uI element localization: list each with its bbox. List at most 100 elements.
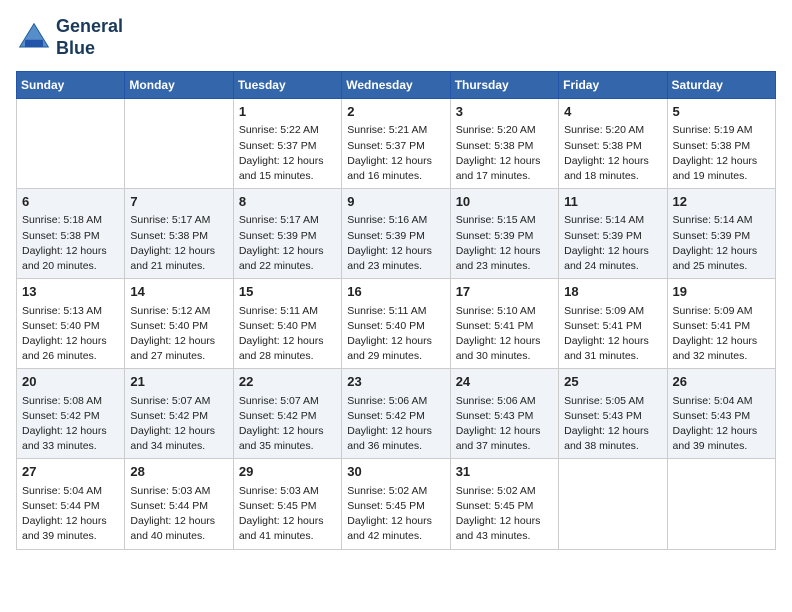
day-info: Sunrise: 5:17 AMSunset: 5:39 PMDaylight:…	[239, 213, 336, 274]
day-info: Sunrise: 5:20 AMSunset: 5:38 PMDaylight:…	[564, 123, 661, 184]
day-info: Sunrise: 5:04 AMSunset: 5:44 PMDaylight:…	[22, 484, 119, 545]
day-number: 10	[456, 193, 553, 211]
calendar-cell: 18 Sunrise: 5:09 AMSunset: 5:41 PMDayligh…	[559, 279, 667, 369]
weekday-header-monday: Monday	[125, 72, 233, 99]
day-number: 15	[239, 283, 336, 301]
calendar-cell	[17, 99, 125, 189]
calendar-week-row: 6 Sunrise: 5:18 AMSunset: 5:38 PMDaylight…	[17, 189, 776, 279]
weekday-header-thursday: Thursday	[450, 72, 558, 99]
day-number: 4	[564, 103, 661, 121]
day-number: 13	[22, 283, 119, 301]
day-number: 8	[239, 193, 336, 211]
weekday-header-sunday: Sunday	[17, 72, 125, 99]
calendar-cell	[125, 99, 233, 189]
day-number: 7	[130, 193, 227, 211]
day-number: 1	[239, 103, 336, 121]
calendar-week-row: 1 Sunrise: 5:22 AMSunset: 5:37 PMDaylight…	[17, 99, 776, 189]
day-info: Sunrise: 5:09 AMSunset: 5:41 PMDaylight:…	[673, 304, 770, 365]
calendar-cell: 5 Sunrise: 5:19 AMSunset: 5:38 PMDaylight…	[667, 99, 775, 189]
day-info: Sunrise: 5:21 AMSunset: 5:37 PMDaylight:…	[347, 123, 444, 184]
day-info: Sunrise: 5:18 AMSunset: 5:38 PMDaylight:…	[22, 213, 119, 274]
calendar-cell: 14 Sunrise: 5:12 AMSunset: 5:40 PMDayligh…	[125, 279, 233, 369]
day-info: Sunrise: 5:12 AMSunset: 5:40 PMDaylight:…	[130, 304, 227, 365]
page-header: General Blue	[16, 16, 776, 59]
calendar-cell: 1 Sunrise: 5:22 AMSunset: 5:37 PMDaylight…	[233, 99, 341, 189]
calendar-cell: 9 Sunrise: 5:16 AMSunset: 5:39 PMDaylight…	[342, 189, 450, 279]
day-number: 11	[564, 193, 661, 211]
day-info: Sunrise: 5:07 AMSunset: 5:42 PMDaylight:…	[239, 394, 336, 455]
calendar-cell: 4 Sunrise: 5:20 AMSunset: 5:38 PMDaylight…	[559, 99, 667, 189]
calendar-cell: 13Sunrise: 5:13 AMSunset: 5:40 PMDayligh…	[17, 279, 125, 369]
calendar-cell: 16 Sunrise: 5:11 AMSunset: 5:40 PMDayligh…	[342, 279, 450, 369]
day-info: Sunrise: 5:07 AMSunset: 5:42 PMDaylight:…	[130, 394, 227, 455]
day-number: 27	[22, 463, 119, 481]
calendar-cell: 29 Sunrise: 5:03 AMSunset: 5:45 PMDayligh…	[233, 459, 341, 549]
day-number: 22	[239, 373, 336, 391]
day-number: 6	[22, 193, 119, 211]
calendar-cell: 19 Sunrise: 5:09 AMSunset: 5:41 PMDayligh…	[667, 279, 775, 369]
day-number: 31	[456, 463, 553, 481]
day-number: 9	[347, 193, 444, 211]
day-info: Sunrise: 5:14 AMSunset: 5:39 PMDaylight:…	[673, 213, 770, 274]
calendar-cell: 26 Sunrise: 5:04 AMSunset: 5:43 PMDayligh…	[667, 369, 775, 459]
day-info: Sunrise: 5:20 AMSunset: 5:38 PMDaylight:…	[456, 123, 553, 184]
day-number: 12	[673, 193, 770, 211]
day-info: Sunrise: 5:03 AMSunset: 5:45 PMDaylight:…	[239, 484, 336, 545]
day-number: 19	[673, 283, 770, 301]
day-info: Sunrise: 5:17 AMSunset: 5:38 PMDaylight:…	[130, 213, 227, 274]
calendar-cell: 31Sunrise: 5:02 AMSunset: 5:45 PMDayligh…	[450, 459, 558, 549]
calendar-cell: 30 Sunrise: 5:02 AMSunset: 5:45 PMDayligh…	[342, 459, 450, 549]
day-info: Sunrise: 5:04 AMSunset: 5:43 PMDaylight:…	[673, 394, 770, 455]
calendar-cell: 6 Sunrise: 5:18 AMSunset: 5:38 PMDaylight…	[17, 189, 125, 279]
day-info: Sunrise: 5:06 AMSunset: 5:43 PMDaylight:…	[456, 394, 553, 455]
day-info: Sunrise: 5:10 AMSunset: 5:41 PMDaylight:…	[456, 304, 553, 365]
calendar-cell: 7 Sunrise: 5:17 AMSunset: 5:38 PMDaylight…	[125, 189, 233, 279]
day-number: 30	[347, 463, 444, 481]
day-number: 25	[564, 373, 661, 391]
logo-icon	[16, 20, 52, 56]
day-number: 28	[130, 463, 227, 481]
calendar-cell: 15 Sunrise: 5:11 AMSunset: 5:40 PMDayligh…	[233, 279, 341, 369]
calendar-cell: 10Sunrise: 5:15 AMSunset: 5:39 PMDayligh…	[450, 189, 558, 279]
calendar-cell: 25 Sunrise: 5:05 AMSunset: 5:43 PMDayligh…	[559, 369, 667, 459]
day-info: Sunrise: 5:16 AMSunset: 5:39 PMDaylight:…	[347, 213, 444, 274]
day-info: Sunrise: 5:19 AMSunset: 5:38 PMDaylight:…	[673, 123, 770, 184]
weekday-header-saturday: Saturday	[667, 72, 775, 99]
calendar-week-row: 27 Sunrise: 5:04 AMSunset: 5:44 PMDayligh…	[17, 459, 776, 549]
day-info: Sunrise: 5:06 AMSunset: 5:42 PMDaylight:…	[347, 394, 444, 455]
day-info: Sunrise: 5:11 AMSunset: 5:40 PMDaylight:…	[347, 304, 444, 365]
day-number: 29	[239, 463, 336, 481]
calendar-cell: 8 Sunrise: 5:17 AMSunset: 5:39 PMDaylight…	[233, 189, 341, 279]
weekday-header-wednesday: Wednesday	[342, 72, 450, 99]
logo-text: General Blue	[56, 16, 123, 59]
calendar-cell	[667, 459, 775, 549]
day-info: Sunrise: 5:14 AMSunset: 5:39 PMDaylight:…	[564, 213, 661, 274]
day-info: Sunrise: 5:11 AMSunset: 5:40 PMDaylight:…	[239, 304, 336, 365]
day-info: Sunrise: 5:08 AMSunset: 5:42 PMDaylight:…	[22, 394, 119, 455]
day-info: Sunrise: 5:09 AMSunset: 5:41 PMDaylight:…	[564, 304, 661, 365]
day-info: Sunrise: 5:05 AMSunset: 5:43 PMDaylight:…	[564, 394, 661, 455]
day-number: 17	[456, 283, 553, 301]
day-info: Sunrise: 5:22 AMSunset: 5:37 PMDaylight:…	[239, 123, 336, 184]
day-number: 24	[456, 373, 553, 391]
calendar-cell: 17 Sunrise: 5:10 AMSunset: 5:41 PMDayligh…	[450, 279, 558, 369]
weekday-header-friday: Friday	[559, 72, 667, 99]
day-info: Sunrise: 5:03 AMSunset: 5:44 PMDaylight:…	[130, 484, 227, 545]
calendar-week-row: 13Sunrise: 5:13 AMSunset: 5:40 PMDayligh…	[17, 279, 776, 369]
calendar-cell: 3Sunrise: 5:20 AMSunset: 5:38 PMDaylight…	[450, 99, 558, 189]
day-number: 16	[347, 283, 444, 301]
calendar-cell: 2Sunrise: 5:21 AMSunset: 5:37 PMDaylight…	[342, 99, 450, 189]
calendar-cell: 21 Sunrise: 5:07 AMSunset: 5:42 PMDayligh…	[125, 369, 233, 459]
calendar-cell: 22 Sunrise: 5:07 AMSunset: 5:42 PMDayligh…	[233, 369, 341, 459]
calendar-cell: 11 Sunrise: 5:14 AMSunset: 5:39 PMDayligh…	[559, 189, 667, 279]
calendar-header-row: SundayMondayTuesdayWednesdayThursdayFrid…	[17, 72, 776, 99]
day-number: 21	[130, 373, 227, 391]
calendar-cell: 24 Sunrise: 5:06 AMSunset: 5:43 PMDayligh…	[450, 369, 558, 459]
calendar-cell: 23Sunrise: 5:06 AMSunset: 5:42 PMDayligh…	[342, 369, 450, 459]
calendar-cell: 20Sunrise: 5:08 AMSunset: 5:42 PMDayligh…	[17, 369, 125, 459]
day-number: 5	[673, 103, 770, 121]
day-info: Sunrise: 5:02 AMSunset: 5:45 PMDaylight:…	[347, 484, 444, 545]
day-number: 18	[564, 283, 661, 301]
day-number: 14	[130, 283, 227, 301]
day-number: 26	[673, 373, 770, 391]
